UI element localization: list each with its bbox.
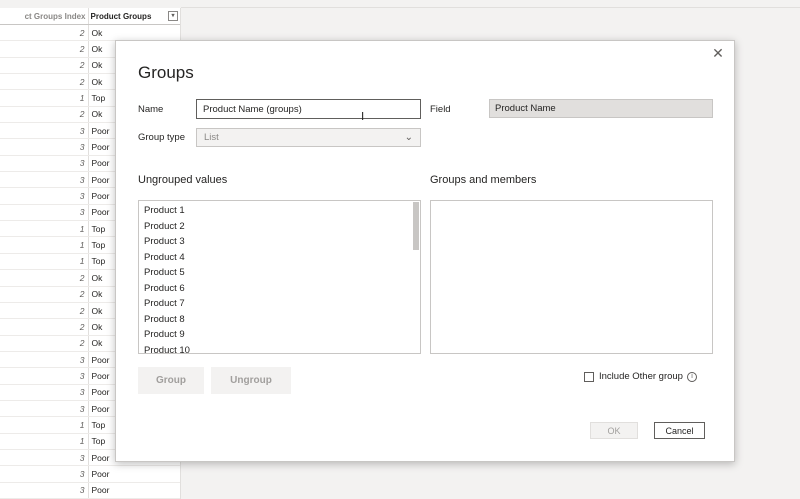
list-item[interactable]: Product 10 xyxy=(139,343,420,353)
row-group-cell: Poor xyxy=(91,485,110,496)
row-index-cell: 3 xyxy=(0,155,89,172)
groups-and-members-title: Groups and members xyxy=(430,174,537,186)
row-index-cell: 3 xyxy=(0,172,89,188)
row-index-cell: 2 xyxy=(0,286,89,302)
group-type-value: List xyxy=(204,132,219,143)
row-index-cell: 1 xyxy=(0,221,89,237)
list-scrollbar[interactable] xyxy=(412,201,420,353)
header-product-groups-label: Product Groups xyxy=(90,11,152,21)
list-item[interactable]: Product 2 xyxy=(139,219,420,235)
dialog-title: Groups xyxy=(138,63,194,82)
row-index-cell: 2 xyxy=(0,25,89,41)
row-index-cell: 1 xyxy=(0,90,89,106)
header-groups-index[interactable]: ct Groups Index xyxy=(0,8,89,24)
table-row[interactable]: 2 Ok xyxy=(0,25,180,42)
name-input[interactable] xyxy=(196,99,421,119)
row-index-cell: 3 xyxy=(0,384,89,400)
field-label: Field xyxy=(430,104,451,115)
row-index-cell: 1 xyxy=(0,433,89,449)
text-cursor-icon: Ⅰ xyxy=(361,111,365,123)
groups-dialog: ✕ Groups Name Ⅰ Field Product Name Group… xyxy=(115,40,735,462)
cancel-button[interactable]: Cancel xyxy=(654,422,705,439)
row-group-cell: Ok xyxy=(91,27,103,38)
row-index-cell: 3 xyxy=(0,449,89,466)
list-item[interactable]: Product 1 xyxy=(139,203,420,219)
row-index-cell: 3 xyxy=(0,466,89,482)
include-other-label: Include Other group xyxy=(599,371,683,382)
filter-dropdown-icon[interactable]: ▾ xyxy=(168,11,178,21)
chevron-down-icon: ⌄ xyxy=(404,132,413,143)
table-row[interactable]: 3 Poor xyxy=(0,482,180,499)
row-index-cell: 2 xyxy=(0,319,89,335)
row-index-cell: 2 xyxy=(0,335,89,351)
row-index-cell: 1 xyxy=(0,237,89,253)
list-item[interactable]: Product 8 xyxy=(139,312,420,328)
ungrouped-values-list[interactable]: Product 1 Product 2 Product 3 Product 4 Prod… xyxy=(138,200,421,354)
header-product-groups[interactable]: Product Groups ▾ xyxy=(89,8,181,24)
row-index-cell: 2 xyxy=(0,270,89,286)
row-index-cell: 3 xyxy=(0,188,89,204)
include-other-checkbox[interactable] xyxy=(584,371,594,382)
row-index-cell: 3 xyxy=(0,368,89,384)
table-header: ct Groups Index Product Groups ▾ xyxy=(0,8,180,25)
row-index-cell: 3 xyxy=(0,204,89,221)
list-item[interactable]: Product 6 xyxy=(139,281,420,297)
field-value: Product Name xyxy=(489,99,713,118)
info-icon[interactable]: i xyxy=(686,371,697,382)
row-index-cell: 2 xyxy=(0,57,89,74)
group-type-label: Group type xyxy=(138,132,185,143)
row-index-cell: 2 xyxy=(0,74,89,90)
row-index-cell: 2 xyxy=(0,106,89,123)
close-icon[interactable]: ✕ xyxy=(710,45,726,61)
row-index-cell: 1 xyxy=(0,417,89,433)
table-row[interactable]: 3 Poor xyxy=(0,466,180,483)
row-index-cell: 3 xyxy=(0,351,89,368)
name-label: Name xyxy=(138,104,164,115)
row-index-cell: 3 xyxy=(0,139,89,155)
row-index-cell: 2 xyxy=(0,302,89,319)
row-index-cell: 3 xyxy=(0,482,89,498)
list-item[interactable]: Product 9 xyxy=(139,327,420,343)
row-index-cell: 2 xyxy=(0,41,89,57)
group-button[interactable]: Group xyxy=(138,367,204,394)
row-group-cell: Poor xyxy=(91,468,110,479)
group-type-select[interactable]: List ⌄ xyxy=(196,128,421,147)
scrollbar-thumb[interactable] xyxy=(413,202,419,250)
ok-button[interactable]: OK xyxy=(590,422,638,439)
list-item[interactable]: Product 3 xyxy=(139,234,420,250)
include-other-group[interactable]: Include Other group i xyxy=(584,371,697,382)
top-bar xyxy=(181,0,800,8)
list-item[interactable]: Product 5 xyxy=(139,265,420,281)
list-item[interactable]: Product 7 xyxy=(139,296,420,312)
ungroup-button[interactable]: Ungroup xyxy=(211,367,291,394)
groups-and-members-list[interactable] xyxy=(430,200,713,354)
row-index-cell: 3 xyxy=(0,123,89,139)
ungrouped-values-title: Ungrouped values xyxy=(138,174,228,186)
row-index-cell: 3 xyxy=(0,400,89,417)
list-item[interactable]: Product 4 xyxy=(139,250,420,266)
row-index-cell: 1 xyxy=(0,253,89,270)
